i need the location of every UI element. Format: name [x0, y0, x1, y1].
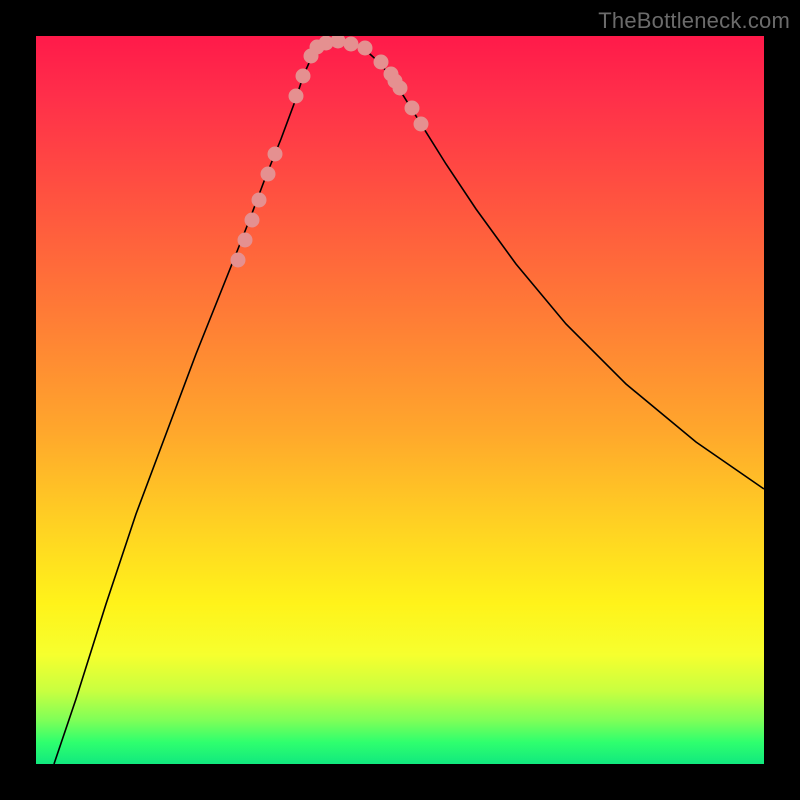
data-point	[261, 167, 275, 181]
data-point	[405, 101, 419, 115]
bottleneck-curve	[54, 40, 764, 764]
data-point	[268, 147, 282, 161]
data-point	[289, 89, 303, 103]
data-point	[374, 55, 388, 69]
watermark-label: TheBottleneck.com	[598, 8, 790, 34]
data-point	[344, 37, 358, 51]
data-point	[231, 253, 245, 267]
highlighted-points	[231, 36, 428, 267]
data-point	[358, 41, 372, 55]
data-point	[245, 213, 259, 227]
data-point	[296, 69, 310, 83]
data-point	[414, 117, 428, 131]
data-point	[331, 36, 345, 48]
plot-area	[36, 36, 764, 764]
curve-layer	[36, 36, 764, 764]
data-point	[388, 74, 402, 88]
data-point	[252, 193, 266, 207]
chart-frame: TheBottleneck.com	[0, 0, 800, 800]
data-point	[238, 233, 252, 247]
